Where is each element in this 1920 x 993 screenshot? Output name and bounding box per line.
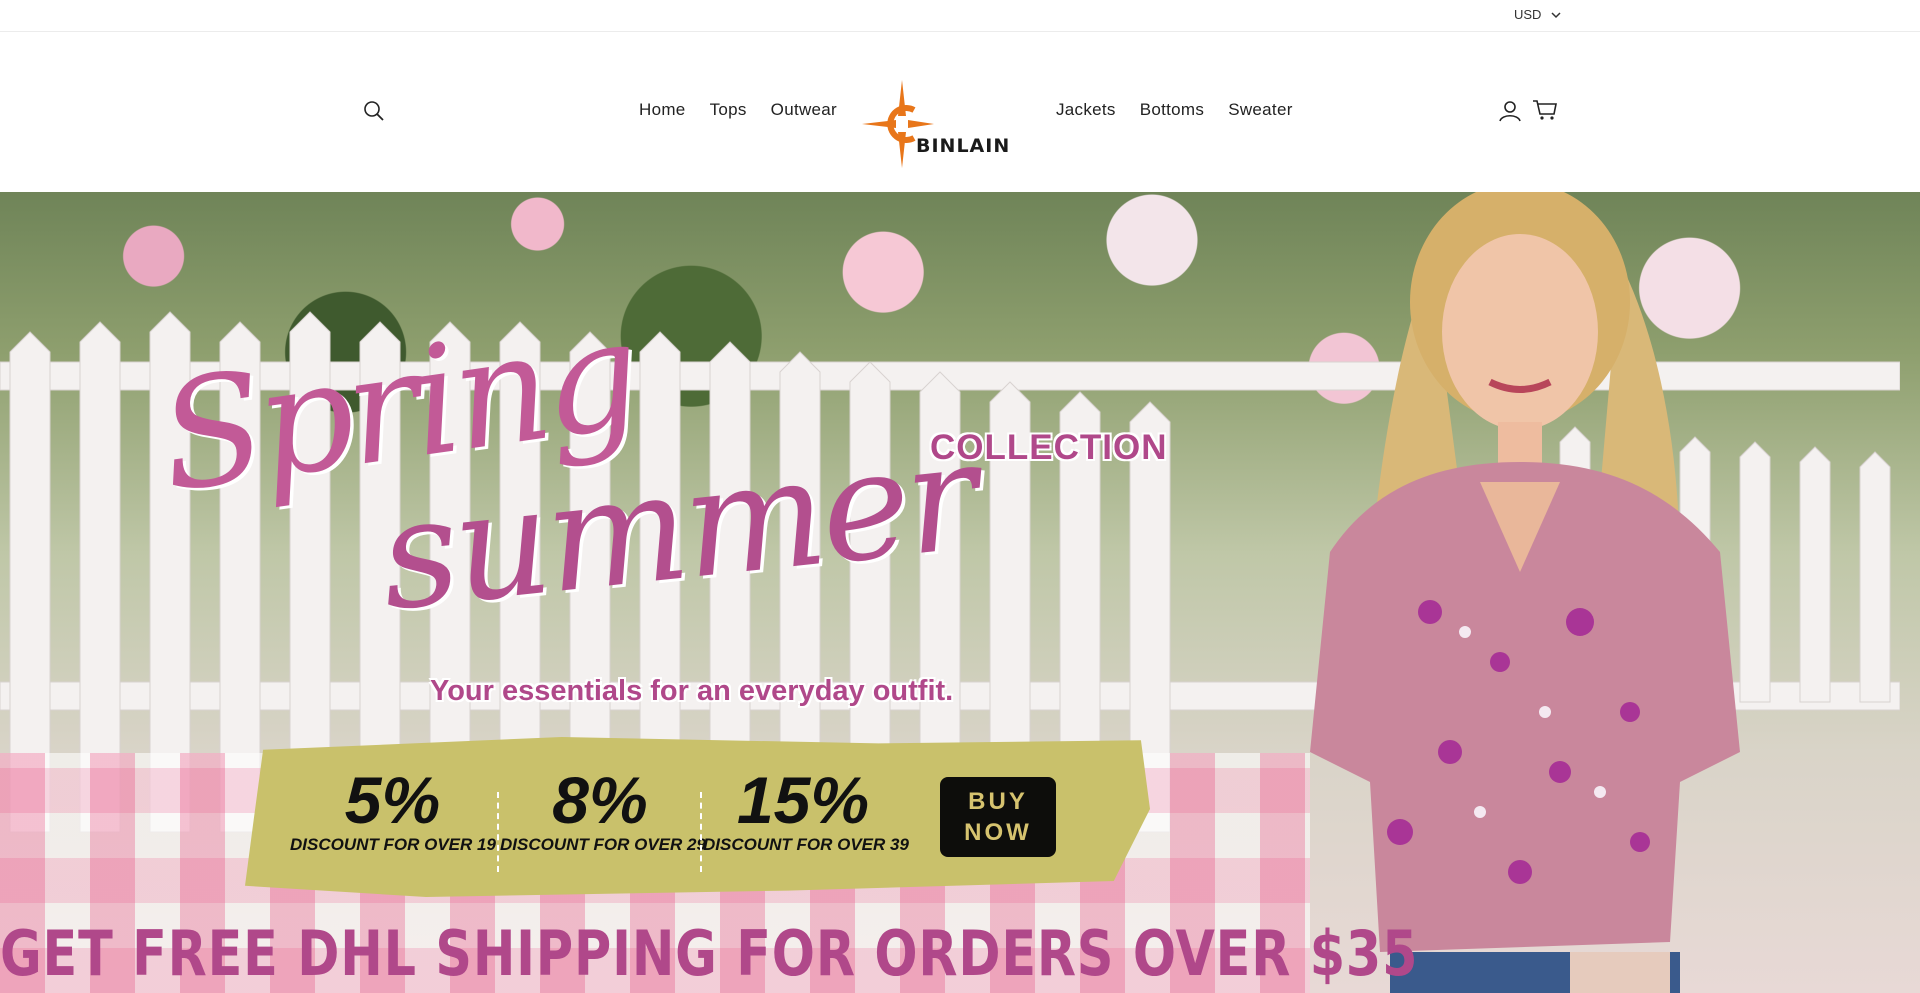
hero-collection-label: COLLECTION: [930, 428, 1168, 467]
brand-logo[interactable]: BINLAIN: [862, 80, 1009, 192]
model-photo: [1310, 192, 1740, 993]
discount-tier-3: 15% DISCOUNT FOR OVER 39: [703, 763, 909, 855]
discount-tier-2: 8% DISCOUNT FOR OVER 29: [500, 763, 706, 855]
nav-tops[interactable]: Tops: [710, 100, 747, 120]
discount-percent: 5%: [344, 763, 441, 837]
currency-selector[interactable]: USD: [1514, 7, 1561, 22]
search-icon[interactable]: [362, 99, 386, 123]
nav-jackets[interactable]: Jackets: [1056, 100, 1116, 120]
discount-percent: 15%: [736, 763, 870, 837]
site-header: Home Tops Outwear BINLAIN Jackets Bottom…: [0, 32, 1920, 192]
nav-sweater[interactable]: Sweater: [1228, 100, 1292, 120]
discount-label: DISCOUNT FOR OVER 39: [703, 835, 909, 854]
cart-icon[interactable]: [1532, 98, 1558, 122]
free-shipping-banner: GET FREE DHL SHIPPING FOR ORDERS OVER $3…: [0, 917, 1419, 990]
logo-wordmark: BINLAIN: [916, 135, 1011, 157]
main-nav-left: Home Tops Outwear: [639, 100, 837, 120]
currency-label: USD: [1514, 7, 1542, 22]
hero-banner[interactable]: Spring summer COLLECTION Your essentials…: [0, 192, 1920, 993]
discount-percent: 8%: [552, 763, 648, 837]
nav-outwear[interactable]: Outwear: [771, 100, 837, 120]
account-icon[interactable]: [1498, 99, 1522, 123]
discount-label: DISCOUNT FOR OVER 19: [290, 835, 496, 854]
hero-tagline: Your essentials for an everyday outfit.: [430, 675, 954, 707]
nav-home[interactable]: Home: [639, 100, 686, 120]
discount-tier-1: 5% DISCOUNT FOR OVER 19: [290, 763, 496, 855]
discount-label: DISCOUNT FOR OVER 29: [500, 835, 706, 854]
main-nav-right: Jackets Bottoms Sweater: [1056, 100, 1293, 120]
nav-bottoms[interactable]: Bottoms: [1140, 100, 1204, 120]
buy-now-button[interactable]: BUY NOW: [940, 777, 1056, 857]
chevron-down-icon: [1551, 11, 1561, 18]
utility-bar: USD: [0, 0, 1920, 32]
